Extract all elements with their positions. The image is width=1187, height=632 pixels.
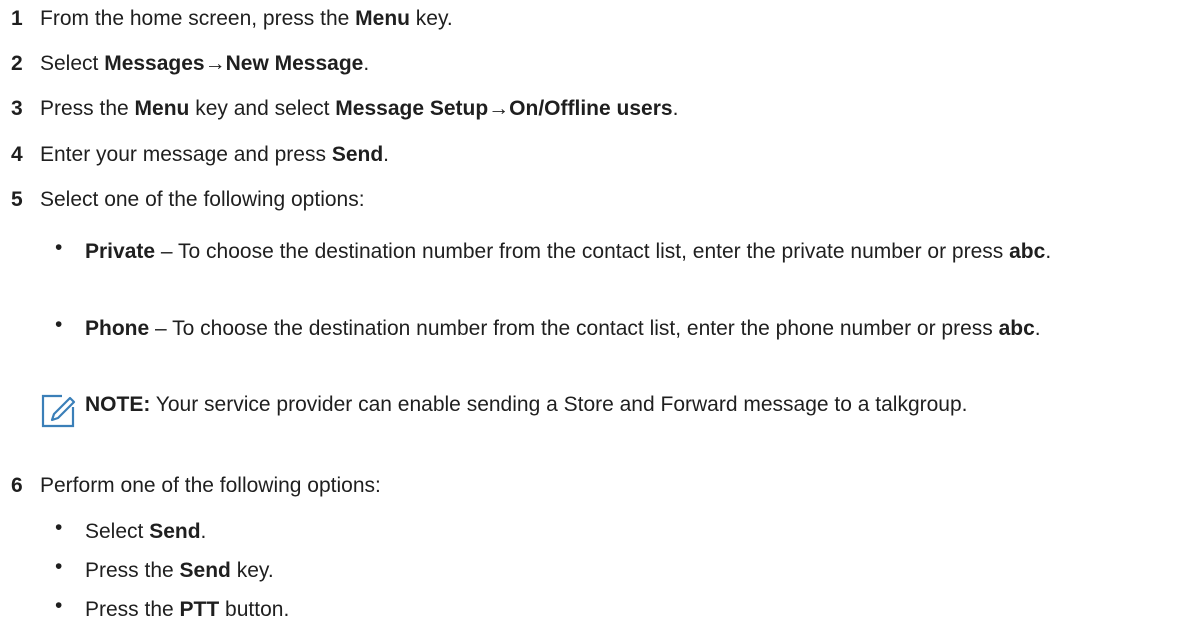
ui-term: Message Setup→On/Offline users bbox=[335, 97, 673, 120]
option-label: Phone bbox=[85, 317, 150, 340]
ui-term: abc bbox=[1009, 240, 1046, 263]
bullet-icon: • bbox=[55, 555, 63, 578]
ui-term: PTT bbox=[179, 598, 220, 621]
option-description: – To choose the destination number from … bbox=[155, 240, 1010, 263]
note-label: NOTE: bbox=[85, 393, 151, 416]
edit-note-icon bbox=[41, 394, 76, 428]
step-text: Select one of the following options: bbox=[40, 188, 365, 211]
step-number: 4 bbox=[11, 143, 23, 166]
option-text: Private – To choose the destination numb… bbox=[85, 236, 1165, 267]
option-text: Select Send. bbox=[85, 516, 1165, 547]
ui-term: Send bbox=[149, 520, 201, 543]
option-post: button. bbox=[219, 598, 290, 621]
option-text: Press the Send key. bbox=[85, 555, 1165, 586]
ui-term: Menu bbox=[134, 97, 190, 120]
step-number: 3 bbox=[11, 97, 23, 120]
option-label: Private bbox=[85, 240, 156, 263]
note-text: NOTE: Your service provider can enable s… bbox=[85, 389, 1165, 420]
step-text: Enter your message and press Send. bbox=[40, 143, 389, 167]
option-text: Phone – To choose the destination number… bbox=[85, 313, 1165, 344]
step-text-part: Press the bbox=[40, 97, 135, 120]
step-text-part: Enter your message and press bbox=[40, 143, 332, 166]
step-text-part: . bbox=[672, 97, 679, 120]
step-text-part: . bbox=[383, 143, 390, 166]
step-text: Perform one of the following options: bbox=[40, 474, 381, 497]
ui-term: Messages→New Message bbox=[104, 52, 364, 75]
step-number: 1 bbox=[11, 7, 23, 30]
option-description: – To choose the destination number from … bbox=[149, 317, 999, 340]
bullet-icon: • bbox=[55, 313, 63, 336]
option-post: key. bbox=[230, 559, 274, 582]
step-number: 5 bbox=[11, 188, 23, 211]
note-body: Your service provider can enable sending… bbox=[150, 393, 968, 416]
option-pre: Press the bbox=[85, 559, 180, 582]
step-text-part: key and select bbox=[189, 97, 336, 120]
step-text-part: From the home screen, press the bbox=[40, 7, 356, 30]
option-pre: Press the bbox=[85, 598, 180, 621]
option-end: . bbox=[1045, 240, 1052, 263]
bullet-icon: • bbox=[55, 516, 63, 539]
ui-term: Menu bbox=[355, 7, 410, 30]
bullet-icon: • bbox=[55, 594, 63, 617]
option-text: Press the PTT button. bbox=[85, 594, 1165, 625]
ui-term: abc bbox=[998, 317, 1035, 340]
step-text-part: Select bbox=[40, 52, 105, 75]
ui-term: Send bbox=[331, 143, 384, 166]
step-text: Select Messages→New Message. bbox=[40, 52, 369, 76]
option-pre: Select bbox=[85, 520, 150, 543]
step-text: Press the Menu key and select Message Se… bbox=[40, 97, 678, 121]
step-text: From the home screen, press the Menu key… bbox=[40, 7, 453, 31]
bullet-icon: • bbox=[55, 236, 63, 259]
option-end: . bbox=[1034, 317, 1041, 340]
step-number: 2 bbox=[11, 52, 23, 75]
option-post: . bbox=[200, 520, 207, 543]
ui-term: Send bbox=[179, 559, 231, 582]
step-text-part: . bbox=[363, 52, 370, 75]
step-number: 6 bbox=[11, 474, 23, 497]
step-text-part: key. bbox=[409, 7, 453, 30]
